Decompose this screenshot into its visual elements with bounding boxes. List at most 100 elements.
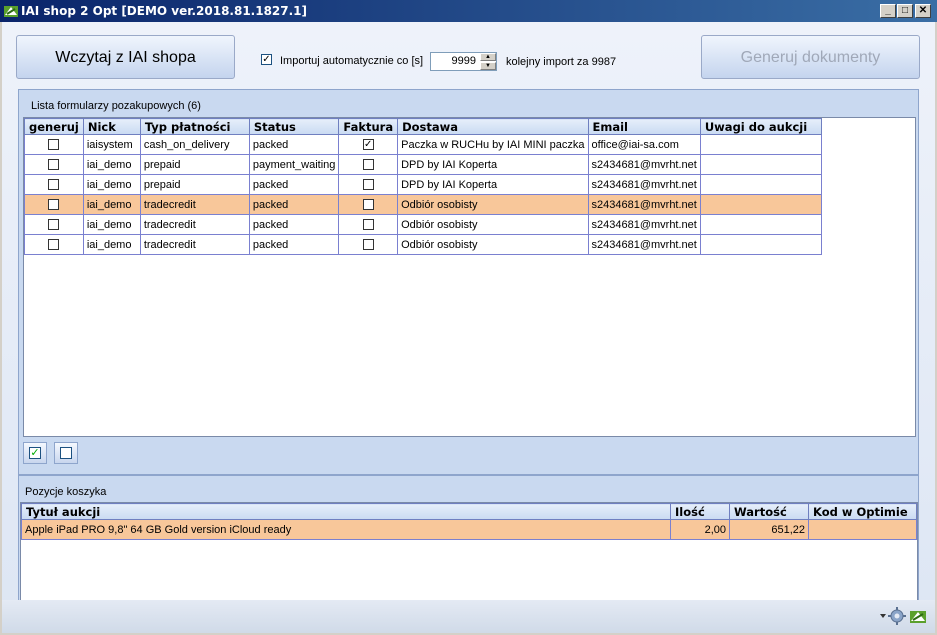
- status-cell: payment_waiting: [248, 154, 340, 175]
- maximize-button[interactable]: □: [897, 4, 913, 18]
- notes-cell: [699, 194, 822, 215]
- nick-cell: iai_demo: [82, 194, 141, 215]
- email-cell: s2434681@mvrht.net: [587, 214, 701, 235]
- email-cell: s2434681@mvrht.net: [587, 174, 701, 195]
- faktura-cell[interactable]: [338, 174, 399, 195]
- col-value[interactable]: Wartość: [729, 503, 809, 520]
- col-auction-title[interactable]: Tytuł aukcji: [21, 503, 671, 520]
- delivery-cell: DPD by IAI Koperta: [397, 154, 589, 175]
- payment-cell: tradecredit: [139, 234, 250, 255]
- faktura-checkbox[interactable]: [362, 159, 374, 171]
- table-row[interactable]: iai_demo tradecredit packed Odbiór osobisty…: [24, 194, 822, 215]
- generuj-checkbox[interactable]: [48, 179, 60, 191]
- faktura-checkbox[interactable]: [362, 239, 374, 251]
- generuj-cell[interactable]: [24, 154, 84, 175]
- status-bar: [2, 600, 935, 633]
- col-payment-type[interactable]: Typ płatności: [139, 118, 250, 135]
- basket-grid: Tytuł aukcji Ilość Wartość Kod w Optimie…: [20, 502, 918, 615]
- col-delivery[interactable]: Dostawa: [397, 118, 589, 135]
- faktura-checkbox[interactable]: [362, 199, 374, 211]
- optima-code-cell[interactable]: [808, 519, 917, 540]
- generuj-checkbox[interactable]: [48, 219, 60, 231]
- generuj-cell[interactable]: [24, 214, 84, 235]
- table-row[interactable]: iai_demo tradecredit packed Odbiór osobisty…: [24, 234, 822, 255]
- notes-cell: [699, 234, 822, 255]
- status-cell: packed: [248, 214, 340, 235]
- col-generuj[interactable]: generuj: [24, 118, 84, 135]
- payment-cell: tradecredit: [139, 194, 250, 215]
- auction-title-cell: Apple iPad PRO 9,8" 64 GB Gold version i…: [21, 519, 671, 540]
- faktura-cell[interactable]: ✓: [338, 134, 399, 155]
- payment-cell: prepaid: [139, 154, 250, 175]
- import-interval-value: 9999: [451, 55, 476, 67]
- basket-table: Tytuł aukcji Ilość Wartość Kod w Optimie…: [21, 503, 917, 540]
- generuj-checkbox[interactable]: [48, 199, 60, 211]
- basket-table-body: Apple iPad PRO 9,8" 64 GB Gold version i…: [21, 519, 917, 540]
- generuj-cell[interactable]: [24, 194, 84, 215]
- payment-cell: prepaid: [139, 174, 250, 195]
- col-quantity[interactable]: Ilość: [670, 503, 730, 520]
- nick-cell: iaisystem: [82, 134, 141, 155]
- col-faktura[interactable]: Faktura: [338, 118, 399, 135]
- table-row[interactable]: iai_demo prepaid payment_waiting DPD by IAI…: [24, 154, 822, 175]
- auto-import-checkbox[interactable]: ✓: [261, 54, 272, 65]
- notes-cell: [699, 214, 822, 235]
- col-auction-notes[interactable]: Uwagi do aukcji: [699, 118, 822, 135]
- email-cell: s2434681@mvrht.net: [587, 194, 701, 215]
- col-nick[interactable]: Nick: [82, 118, 141, 135]
- forms-panel: Lista formularzy pozakupowych (6) generu…: [18, 89, 919, 475]
- payment-cell: cash_on_delivery: [139, 134, 250, 155]
- deselect-all-button[interactable]: [54, 442, 78, 464]
- app-tray-icon[interactable]: [909, 607, 927, 625]
- deselect-all-icon: [60, 447, 72, 459]
- payment-cell: tradecredit: [139, 214, 250, 235]
- checkmark-icon: ✓: [262, 54, 271, 65]
- settings-gear-icon[interactable]: [888, 607, 906, 625]
- notes-cell: [699, 154, 822, 175]
- faktura-checkbox[interactable]: ✓: [362, 139, 374, 151]
- email-cell: s2434681@mvrht.net: [587, 154, 701, 175]
- table-row[interactable]: Apple iPad PRO 9,8" 64 GB Gold version i…: [21, 519, 917, 540]
- dropdown-arrow-icon[interactable]: [880, 614, 886, 618]
- import-interval-stepper[interactable]: 9999 ▲ ▼: [430, 52, 497, 71]
- close-button[interactable]: ✕: [915, 4, 931, 18]
- basket-panel: Pozycje koszyka Tytuł aukcji Ilość Warto…: [18, 475, 919, 618]
- quantity-cell: 2,00: [670, 519, 730, 540]
- col-status[interactable]: Status: [248, 118, 340, 135]
- basket-header-row: Tytuł aukcji Ilość Wartość Kod w Optimie: [21, 503, 917, 520]
- generuj-checkbox[interactable]: [48, 139, 60, 151]
- faktura-cell[interactable]: [338, 194, 399, 215]
- next-import-label: kolejny import za 9987: [506, 56, 617, 68]
- generate-documents-button[interactable]: Generuj dokumenty: [701, 35, 920, 79]
- select-all-button[interactable]: ✓: [23, 442, 47, 464]
- faktura-cell[interactable]: [338, 234, 399, 255]
- window-title: IAI shop 2 Opt [DEMO ver.2018.81.1827.1]: [21, 4, 308, 18]
- table-row[interactable]: iai_demo tradecredit packed Odbiór osobisty…: [24, 214, 822, 235]
- minimize-button[interactable]: _: [880, 4, 896, 18]
- forms-table: generuj Nick Typ płatności Status Faktur…: [24, 118, 822, 255]
- notes-cell: [699, 134, 822, 155]
- faktura-checkbox[interactable]: [362, 219, 374, 231]
- generuj-cell[interactable]: [24, 174, 84, 195]
- generuj-cell[interactable]: [24, 234, 84, 255]
- notes-cell: [699, 174, 822, 195]
- generuj-checkbox[interactable]: [48, 159, 60, 171]
- auto-import-label: Importuj automatycznie co [s]: [280, 55, 424, 67]
- faktura-cell[interactable]: [338, 154, 399, 175]
- value-cell: 651,22: [729, 519, 809, 540]
- col-email[interactable]: Email: [587, 118, 701, 135]
- faktura-checkbox[interactable]: [362, 179, 374, 191]
- table-row[interactable]: iaisystem cash_on_delivery packed ✓ Paczka w…: [24, 134, 822, 155]
- col-optima-code[interactable]: Kod w Optimie: [808, 503, 917, 520]
- email-cell: office@iai-sa.com: [587, 134, 701, 155]
- generuj-checkbox[interactable]: [48, 239, 60, 251]
- spin-up-icon[interactable]: ▲: [480, 53, 496, 61]
- table-row[interactable]: iai_demo prepaid packed DPD by IAI Koperta s…: [24, 174, 822, 195]
- forms-header-row: generuj Nick Typ płatności Status Faktur…: [24, 118, 822, 135]
- generuj-cell[interactable]: [24, 134, 84, 155]
- load-from-shop-button[interactable]: Wczytaj z IAI shopa: [16, 35, 235, 79]
- faktura-cell[interactable]: [338, 214, 399, 235]
- status-cell: packed: [248, 194, 340, 215]
- delivery-cell: DPD by IAI Koperta: [397, 174, 589, 195]
- spin-down-icon[interactable]: ▼: [480, 62, 496, 70]
